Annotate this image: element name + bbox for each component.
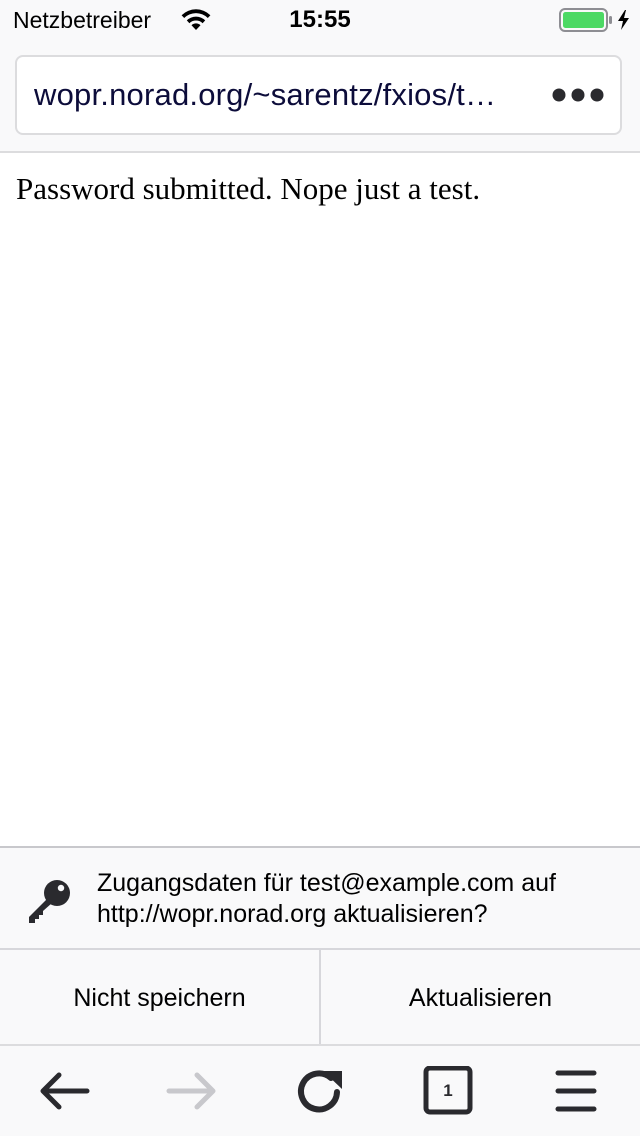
- more-dots-icon[interactable]: [550, 75, 606, 115]
- login-update-prompt: Zugangsdaten für test@example.com auf ht…: [0, 846, 640, 1046]
- prompt-button-row: Nicht speichern Aktualisieren: [0, 950, 640, 1046]
- bottom-toolbar: 1: [0, 1044, 640, 1136]
- reload-icon: [298, 1070, 342, 1113]
- url-toolbar: wopr.norad.org/~sarentz/fxios/t…: [0, 40, 640, 153]
- key-icon: [29, 880, 70, 923]
- tabs-count: 1: [443, 1081, 453, 1100]
- forward-button[interactable]: [165, 1066, 219, 1116]
- forward-arrow-icon: [166, 1072, 216, 1110]
- menu-icon: [555, 1070, 597, 1112]
- dont-save-button[interactable]: Nicht speichern: [0, 950, 319, 1046]
- update-button[interactable]: Aktualisieren: [319, 950, 640, 1046]
- battery-charging-icon: [559, 8, 629, 32]
- reload-button[interactable]: [293, 1066, 347, 1116]
- url-bar[interactable]: wopr.norad.org/~sarentz/fxios/t…: [15, 55, 622, 135]
- back-button[interactable]: [37, 1066, 91, 1116]
- browser-screen: Netzbetreiber 15:55 wopr.norad.org/~sare…: [0, 0, 640, 1136]
- menu-button[interactable]: [549, 1066, 603, 1116]
- url-text[interactable]: wopr.norad.org/~sarentz/fxios/t…: [34, 77, 524, 113]
- status-time: 15:55: [289, 6, 351, 33]
- login-prompt-message: Zugangsdaten für test@example.com auf ht…: [97, 869, 556, 928]
- web-page-content: Password submitted. Nope just a test.: [0, 153, 640, 846]
- page-body-text: Password submitted. Nope just a test.: [16, 171, 481, 206]
- back-arrow-icon: [40, 1072, 90, 1110]
- status-bar: Netzbetreiber 15:55: [0, 0, 640, 40]
- tabs-button[interactable]: 1: [421, 1066, 475, 1116]
